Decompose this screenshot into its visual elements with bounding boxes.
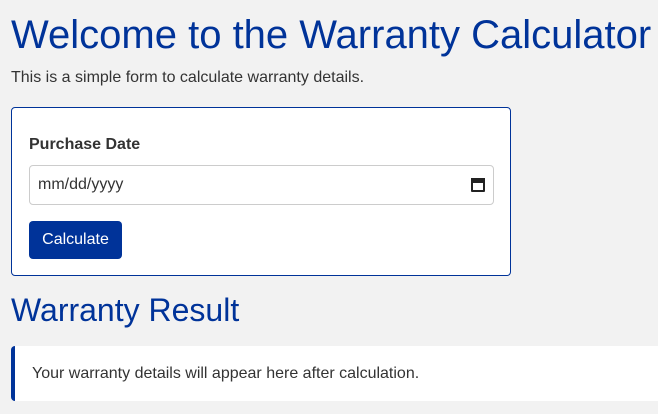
warranty-result-box: Your warranty details will appear here a… [11, 346, 658, 401]
calculate-button[interactable]: Calculate [29, 221, 122, 259]
warranty-calculator-page: Welcome to the Warranty Calculator This … [0, 0, 658, 414]
warranty-result-message: Your warranty details will appear here a… [32, 364, 420, 382]
warranty-result-heading: Warranty Result [11, 292, 240, 328]
page-title: Welcome to the Warranty Calculator [11, 13, 652, 57]
intro-text: This is a simple form to calculate warra… [11, 69, 365, 86]
purchase-date-input[interactable]: mm/dd/yyyy [29, 165, 494, 205]
calendar-icon[interactable] [471, 178, 485, 192]
purchase-date-label: Purchase Date [29, 136, 141, 153]
purchase-date-placeholder: mm/dd/yyyy [38, 176, 124, 193]
warranty-form: Purchase Date mm/dd/yyyy Calculate [11, 107, 511, 276]
